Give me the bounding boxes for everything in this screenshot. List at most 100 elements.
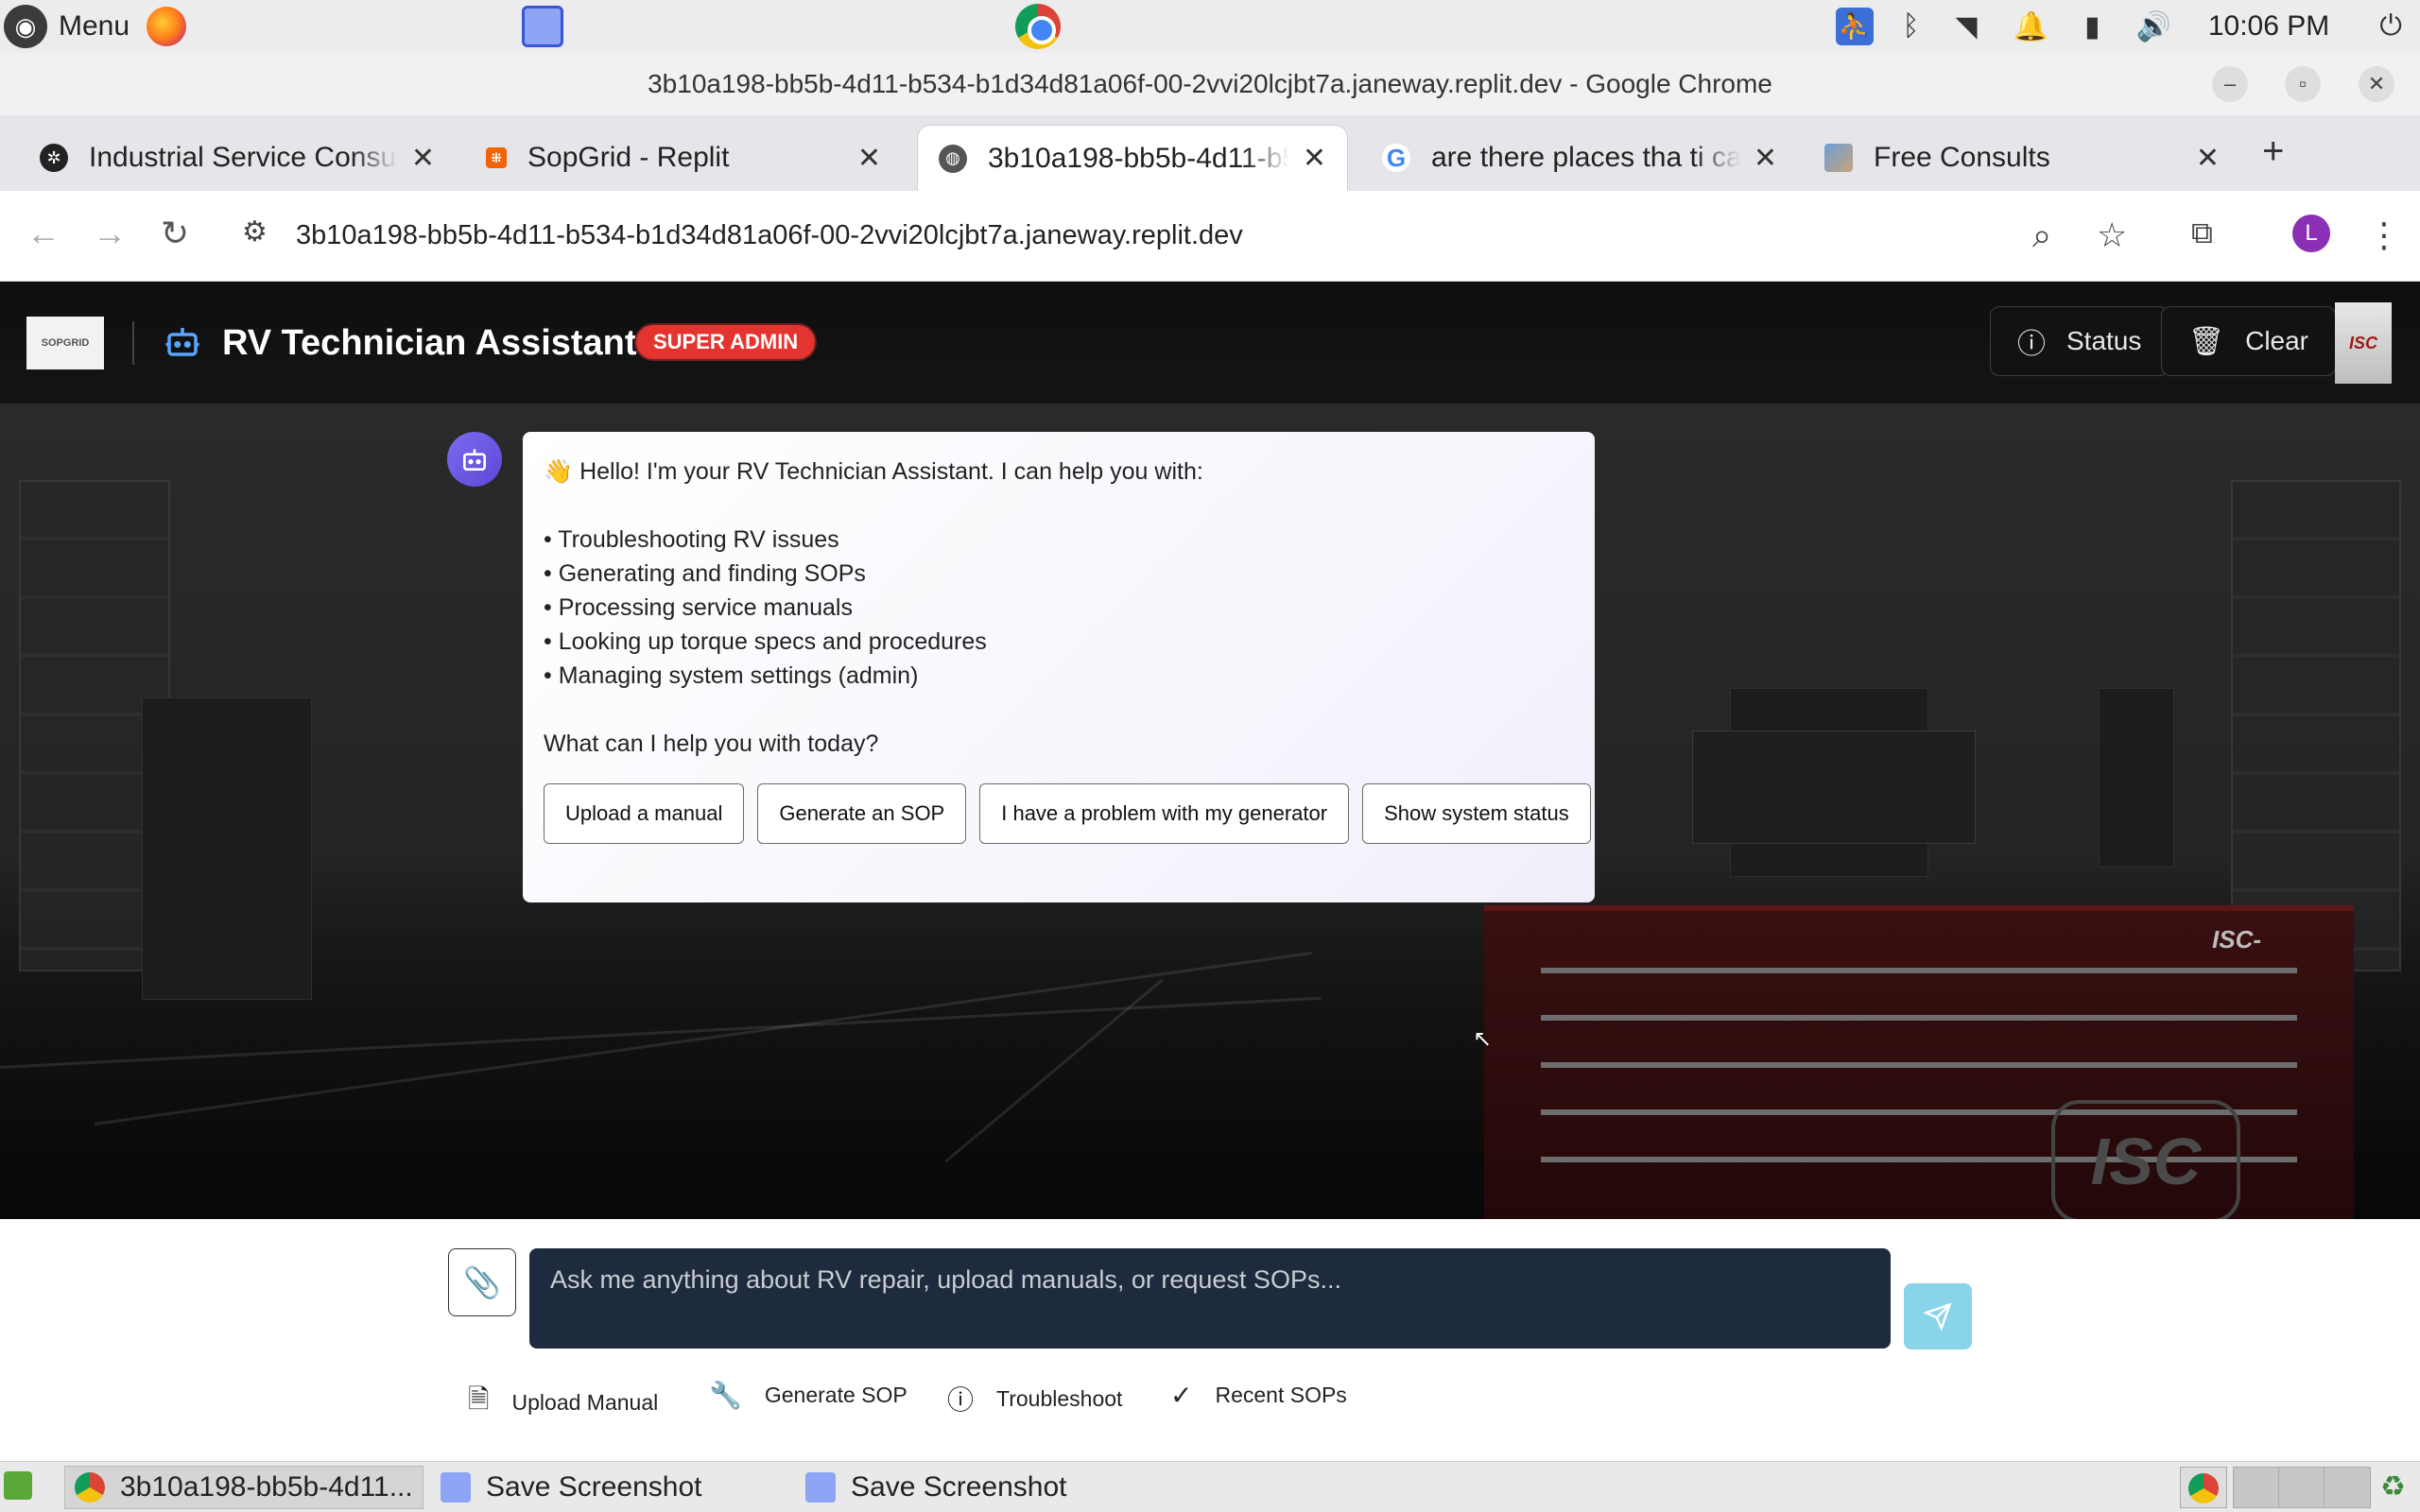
tab-close-icon[interactable]: ✕: [1303, 142, 1326, 175]
garage-door-right: [2231, 480, 2401, 971]
suggestion-system-status[interactable]: Show system status: [1362, 783, 1591, 844]
tab-strip: ✲ Industrial Service Consult ✕ ⁜ SopGrid…: [0, 115, 2420, 191]
capability-item: • Processing service manuals: [544, 594, 853, 621]
tab-label: are there places tha ti ca: [1431, 142, 1740, 173]
quick-troubleshoot[interactable]: ⓘ Troubleshoot: [947, 1380, 1122, 1418]
tab-close-icon[interactable]: ✕: [1754, 142, 1777, 175]
assistant-message-card: 👋 Hello! I'm your RV Technician Assistan…: [523, 432, 1595, 902]
show-desktop-icon[interactable]: [4, 1471, 32, 1500]
tab-google-search[interactable]: G are there places tha ti ca ✕: [1361, 125, 1798, 191]
new-tab-button[interactable]: +: [2262, 130, 2284, 173]
power-icon[interactable]: ⏻: [2379, 10, 2402, 43]
taskbar-chrome[interactable]: 3b10a198-bb5b-4d11...: [64, 1466, 424, 1509]
bluetooth-icon[interactable]: ᛒ: [1903, 10, 1920, 43]
volume-icon[interactable]: 🔊: [2135, 10, 2170, 43]
document-icon: 🗎: [468, 1384, 490, 1414]
wifi-icon[interactable]: ◥: [1956, 10, 1978, 43]
isc-big-logo: ISC: [2051, 1100, 2240, 1219]
bookmark-star-icon[interactable]: ☆: [2097, 215, 2127, 255]
tab-active-janeway[interactable]: ◍ 3b10a198-bb5b-4d11-b534 ✕: [917, 125, 1348, 191]
isc-mark-logo: ISC-: [2212, 925, 2261, 954]
capability-item: • Generating and finding SOPs: [544, 560, 866, 587]
workspace-4[interactable]: [2324, 1467, 2371, 1508]
isc-brand-thumbnail[interactable]: ISC: [2335, 302, 2392, 384]
wrench-icon: 🔧: [709, 1381, 742, 1410]
chrome-launcher-icon[interactable]: [1015, 4, 1061, 49]
status-button-label: Status: [2066, 326, 2142, 355]
suggestion-generate-sop[interactable]: Generate an SOP: [757, 783, 967, 844]
accessibility-icon[interactable]: ⛹: [1835, 8, 1874, 45]
battery-icon[interactable]: ▮: [2084, 10, 2100, 43]
openai-favicon-icon: ✲: [40, 144, 68, 172]
attach-button[interactable]: 📎: [448, 1248, 516, 1316]
clock[interactable]: 10:06 PM: [2208, 10, 2329, 43]
tab-label: Industrial Service Consult: [89, 142, 398, 173]
tab-close-icon[interactable]: ✕: [857, 142, 881, 175]
reload-icon[interactable]: ↻: [161, 214, 189, 253]
os-taskbar: 3b10a198-bb5b-4d11... Save Screenshot Sa…: [0, 1461, 2420, 1512]
bot-avatar-icon: [463, 449, 486, 471]
quick-action-label: Generate SOP: [764, 1383, 908, 1407]
trash-bin-icon[interactable]: ♻: [2380, 1470, 2406, 1503]
header-divider: [132, 321, 134, 365]
sopgrid-logo[interactable]: SOPGRID: [26, 317, 104, 369]
quick-generate-sop[interactable]: 🔧 Generate SOP: [709, 1380, 908, 1411]
cabinet: [142, 697, 312, 1000]
workspace-2[interactable]: [2233, 1467, 2280, 1508]
assistant-avatar: [447, 432, 502, 487]
chrome-menu-icon[interactable]: ⋮: [2367, 215, 2401, 255]
check-circle-icon: ✓: [1170, 1381, 1193, 1410]
screenshot-tool-icon[interactable]: [522, 6, 563, 47]
alert-circle-icon: ⓘ: [947, 1385, 975, 1415]
notifications-icon[interactable]: 🔔: [2014, 10, 2048, 43]
screenshot-icon: [805, 1472, 836, 1503]
clear-button[interactable]: 🗑 Clear: [2161, 306, 2337, 376]
capability-item: • Troubleshooting RV issues: [544, 526, 839, 553]
profile-avatar[interactable]: L: [2292, 215, 2330, 252]
image-favicon-icon: [1824, 144, 1853, 172]
tab-label: SopGrid - Replit: [527, 142, 730, 173]
window-title: 3b10a198-bb5b-4d11-b534-b1d34d81a06f-00-…: [648, 69, 1772, 98]
taskbar-item-label: 3b10a198-bb5b-4d11...: [120, 1471, 413, 1503]
trash-icon: 🗑: [2188, 325, 2225, 357]
taskbar-save-screenshot[interactable]: Save Screenshot: [431, 1466, 711, 1509]
os-logo-icon: ◉: [4, 5, 47, 48]
floor-line: [0, 996, 1322, 1069]
zoom-icon[interactable]: ⌕: [2032, 215, 2051, 256]
workspace-1[interactable]: [2180, 1467, 2227, 1508]
forward-arrow-icon[interactable]: →: [93, 214, 127, 253]
os-menu-label: Menu: [59, 10, 130, 42]
bot-icon: [163, 321, 202, 361]
pegboard: [1692, 730, 1976, 844]
tab-close-icon[interactable]: ✕: [2196, 142, 2220, 175]
back-arrow-icon[interactable]: ←: [26, 214, 60, 253]
tab-sopgrid-replit[interactable]: ⁜ SopGrid - Replit ✕: [465, 125, 902, 191]
drawer: [1541, 1015, 2297, 1021]
minimize-button[interactable]: –: [2212, 66, 2248, 102]
send-button[interactable]: [1904, 1283, 1972, 1349]
quick-upload-manual[interactable]: 🗎 Upload Manual: [468, 1380, 658, 1425]
tab-free-consults[interactable]: Free Consults ✕: [1804, 125, 2240, 191]
maximize-button[interactable]: ▫: [2285, 66, 2321, 102]
super-admin-badge: SUPER ADMIN: [634, 323, 818, 361]
tab-close-icon[interactable]: ✕: [411, 142, 435, 175]
firefox-launcher-icon[interactable]: [147, 7, 187, 46]
site-info-icon[interactable]: ⚙: [242, 215, 268, 249]
clear-button-label: Clear: [2245, 326, 2309, 355]
os-menu-button[interactable]: ◉ Menu: [4, 5, 187, 48]
taskbar-save-screenshot[interactable]: Save Screenshot: [796, 1466, 1076, 1509]
suggestion-row: Upload a manual Generate an SOP I have a…: [544, 783, 1591, 844]
address-bar[interactable]: 3b10a198-bb5b-4d11-b534-b1d34d81a06f-00-…: [296, 220, 1243, 251]
os-top-panel: ◉ Menu ⛹ ᛒ ◥ 🔔 ▮ 🔊 10:06 PM ⏻: [0, 0, 2420, 53]
quick-recent-sops[interactable]: ✓ Recent SOPs: [1170, 1380, 1347, 1411]
mouse-cursor-icon: ↖: [1473, 1026, 1493, 1052]
tab-industrial-service[interactable]: ✲ Industrial Service Consult ✕: [19, 125, 456, 191]
tab-search-icon[interactable]: ⧉: [2191, 215, 2213, 251]
close-window-button[interactable]: ✕: [2359, 66, 2394, 102]
suggestion-generator-problem[interactable]: I have a problem with my generator: [979, 783, 1350, 844]
workspace-3[interactable]: [2278, 1467, 2325, 1508]
suggestion-upload-manual[interactable]: Upload a manual: [544, 783, 745, 844]
message-input[interactable]: [529, 1248, 1891, 1349]
status-button[interactable]: ⓘ Status: [1990, 306, 2169, 376]
window-titlebar: 3b10a198-bb5b-4d11-b534-b1d34d81a06f-00-…: [0, 53, 2420, 115]
